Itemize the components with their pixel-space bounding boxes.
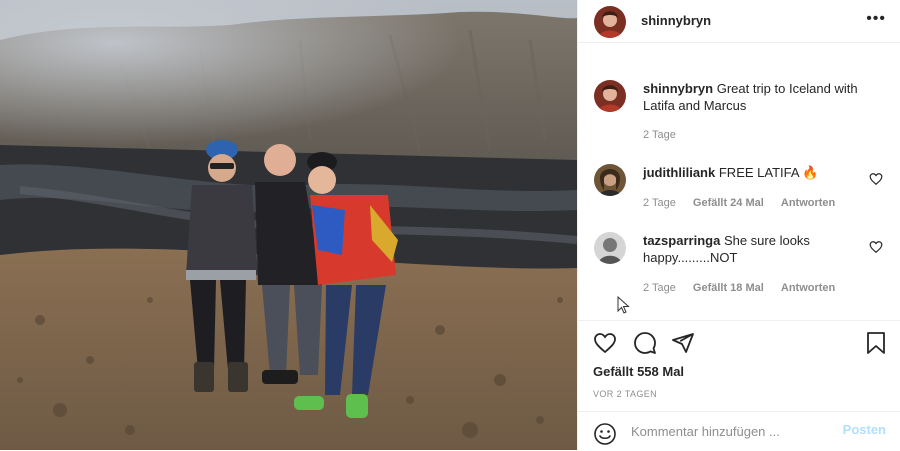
- post-header: shinnybryn •••: [578, 0, 900, 43]
- avatar[interactable]: [594, 232, 626, 264]
- post-timestamp[interactable]: VOR 2 TAGEN: [593, 389, 657, 399]
- bookmark-save-icon[interactable]: [864, 331, 888, 355]
- caption-username[interactable]: shinnybryn: [643, 81, 713, 96]
- caption-time[interactable]: 2 Tage: [643, 129, 676, 141]
- post-photo[interactable]: [0, 0, 577, 450]
- comment-time[interactable]: 2 Tage: [643, 197, 676, 209]
- comment-input[interactable]: [631, 420, 831, 442]
- post-comment-button[interactable]: Posten: [843, 422, 886, 437]
- caption-meta: 2 Tage: [643, 129, 690, 141]
- comment-body: tazsparringa She sure looks happy.......…: [643, 232, 863, 266]
- more-options-icon[interactable]: •••: [866, 10, 886, 28]
- comment-meta: 2 Tage Gefällt 18 Mal Antworten: [643, 282, 849, 294]
- avatar[interactable]: [594, 164, 626, 196]
- comment-bar: Posten: [577, 411, 900, 451]
- post-username[interactable]: shinnybryn: [641, 13, 711, 28]
- comment-text: FREE LATIFA 🔥: [718, 165, 819, 180]
- comment-username[interactable]: judithliliank: [643, 165, 715, 180]
- photo-image: [0, 0, 577, 450]
- mouse-cursor-icon: [617, 296, 630, 314]
- avatar[interactable]: [594, 80, 626, 112]
- comment-bubble-icon[interactable]: [633, 331, 657, 355]
- like-heart-icon[interactable]: [593, 331, 617, 355]
- like-comment-heart-icon[interactable]: [869, 240, 883, 254]
- comment-username[interactable]: tazsparringa: [643, 233, 720, 248]
- comment-likes[interactable]: Gefällt 24 Mal: [693, 197, 764, 209]
- avatar[interactable]: [594, 6, 626, 38]
- comment-meta: 2 Tage Gefällt 24 Mal Antworten: [643, 197, 849, 209]
- post-actions: Gefällt 558 Mal VOR 2 TAGEN Posten: [577, 320, 900, 450]
- comment-time[interactable]: 2 Tage: [643, 282, 676, 294]
- emoji-icon[interactable]: [593, 422, 617, 446]
- caption-body: shinnybryn Great trip to Iceland with La…: [643, 80, 889, 114]
- reply-button[interactable]: Antworten: [781, 282, 835, 294]
- comment-likes[interactable]: Gefällt 18 Mal: [693, 282, 764, 294]
- like-count[interactable]: Gefällt 558 Mal: [593, 364, 684, 379]
- like-comment-heart-icon[interactable]: [869, 172, 883, 186]
- comment-body: judithliliank FREE LATIFA 🔥: [643, 164, 863, 181]
- share-send-icon[interactable]: [671, 331, 695, 355]
- reply-button[interactable]: Antworten: [781, 197, 835, 209]
